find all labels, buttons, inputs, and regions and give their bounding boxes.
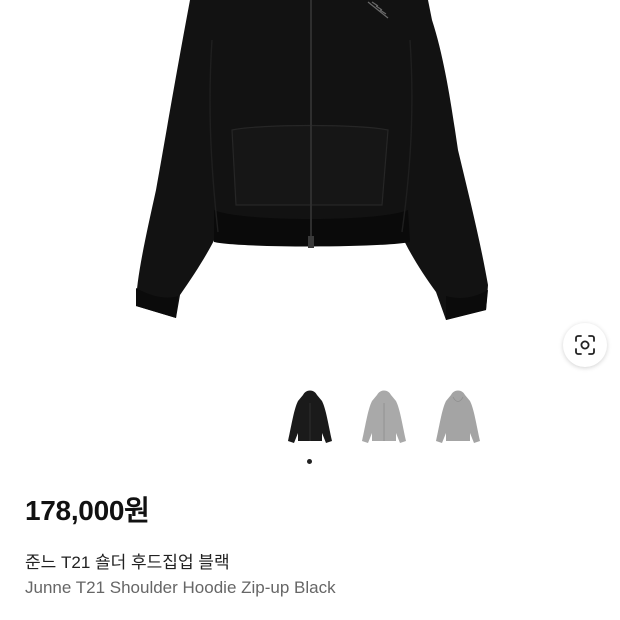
thumbnail-selected-indicator [307, 459, 312, 464]
thumbnail-hoodie-gray[interactable] [354, 386, 414, 452]
hoodie-gray-thumbnail-icon [362, 390, 406, 443]
product-title-korean: 준느 T21 숄더 후드집업 블랙 [25, 553, 230, 572]
product-main-image[interactable] [0, 0, 620, 380]
visual-search-button[interactable] [563, 323, 607, 367]
hoodie-black-thumbnail-icon [288, 390, 332, 443]
hoodie-illustration [136, 0, 488, 320]
thumbnail-hoodie-gray-front[interactable] [428, 386, 488, 452]
hoodie-gray-front-thumbnail-icon [436, 390, 480, 443]
product-price: 178,000원 [25, 495, 150, 526]
visual-search-icon [575, 335, 595, 355]
thumbnail-strip [280, 386, 488, 452]
thumbnail-hoodie-black[interactable] [280, 386, 340, 452]
product-title-english: Junne T21 Shoulder Hoodie Zip-up Black [25, 578, 336, 597]
